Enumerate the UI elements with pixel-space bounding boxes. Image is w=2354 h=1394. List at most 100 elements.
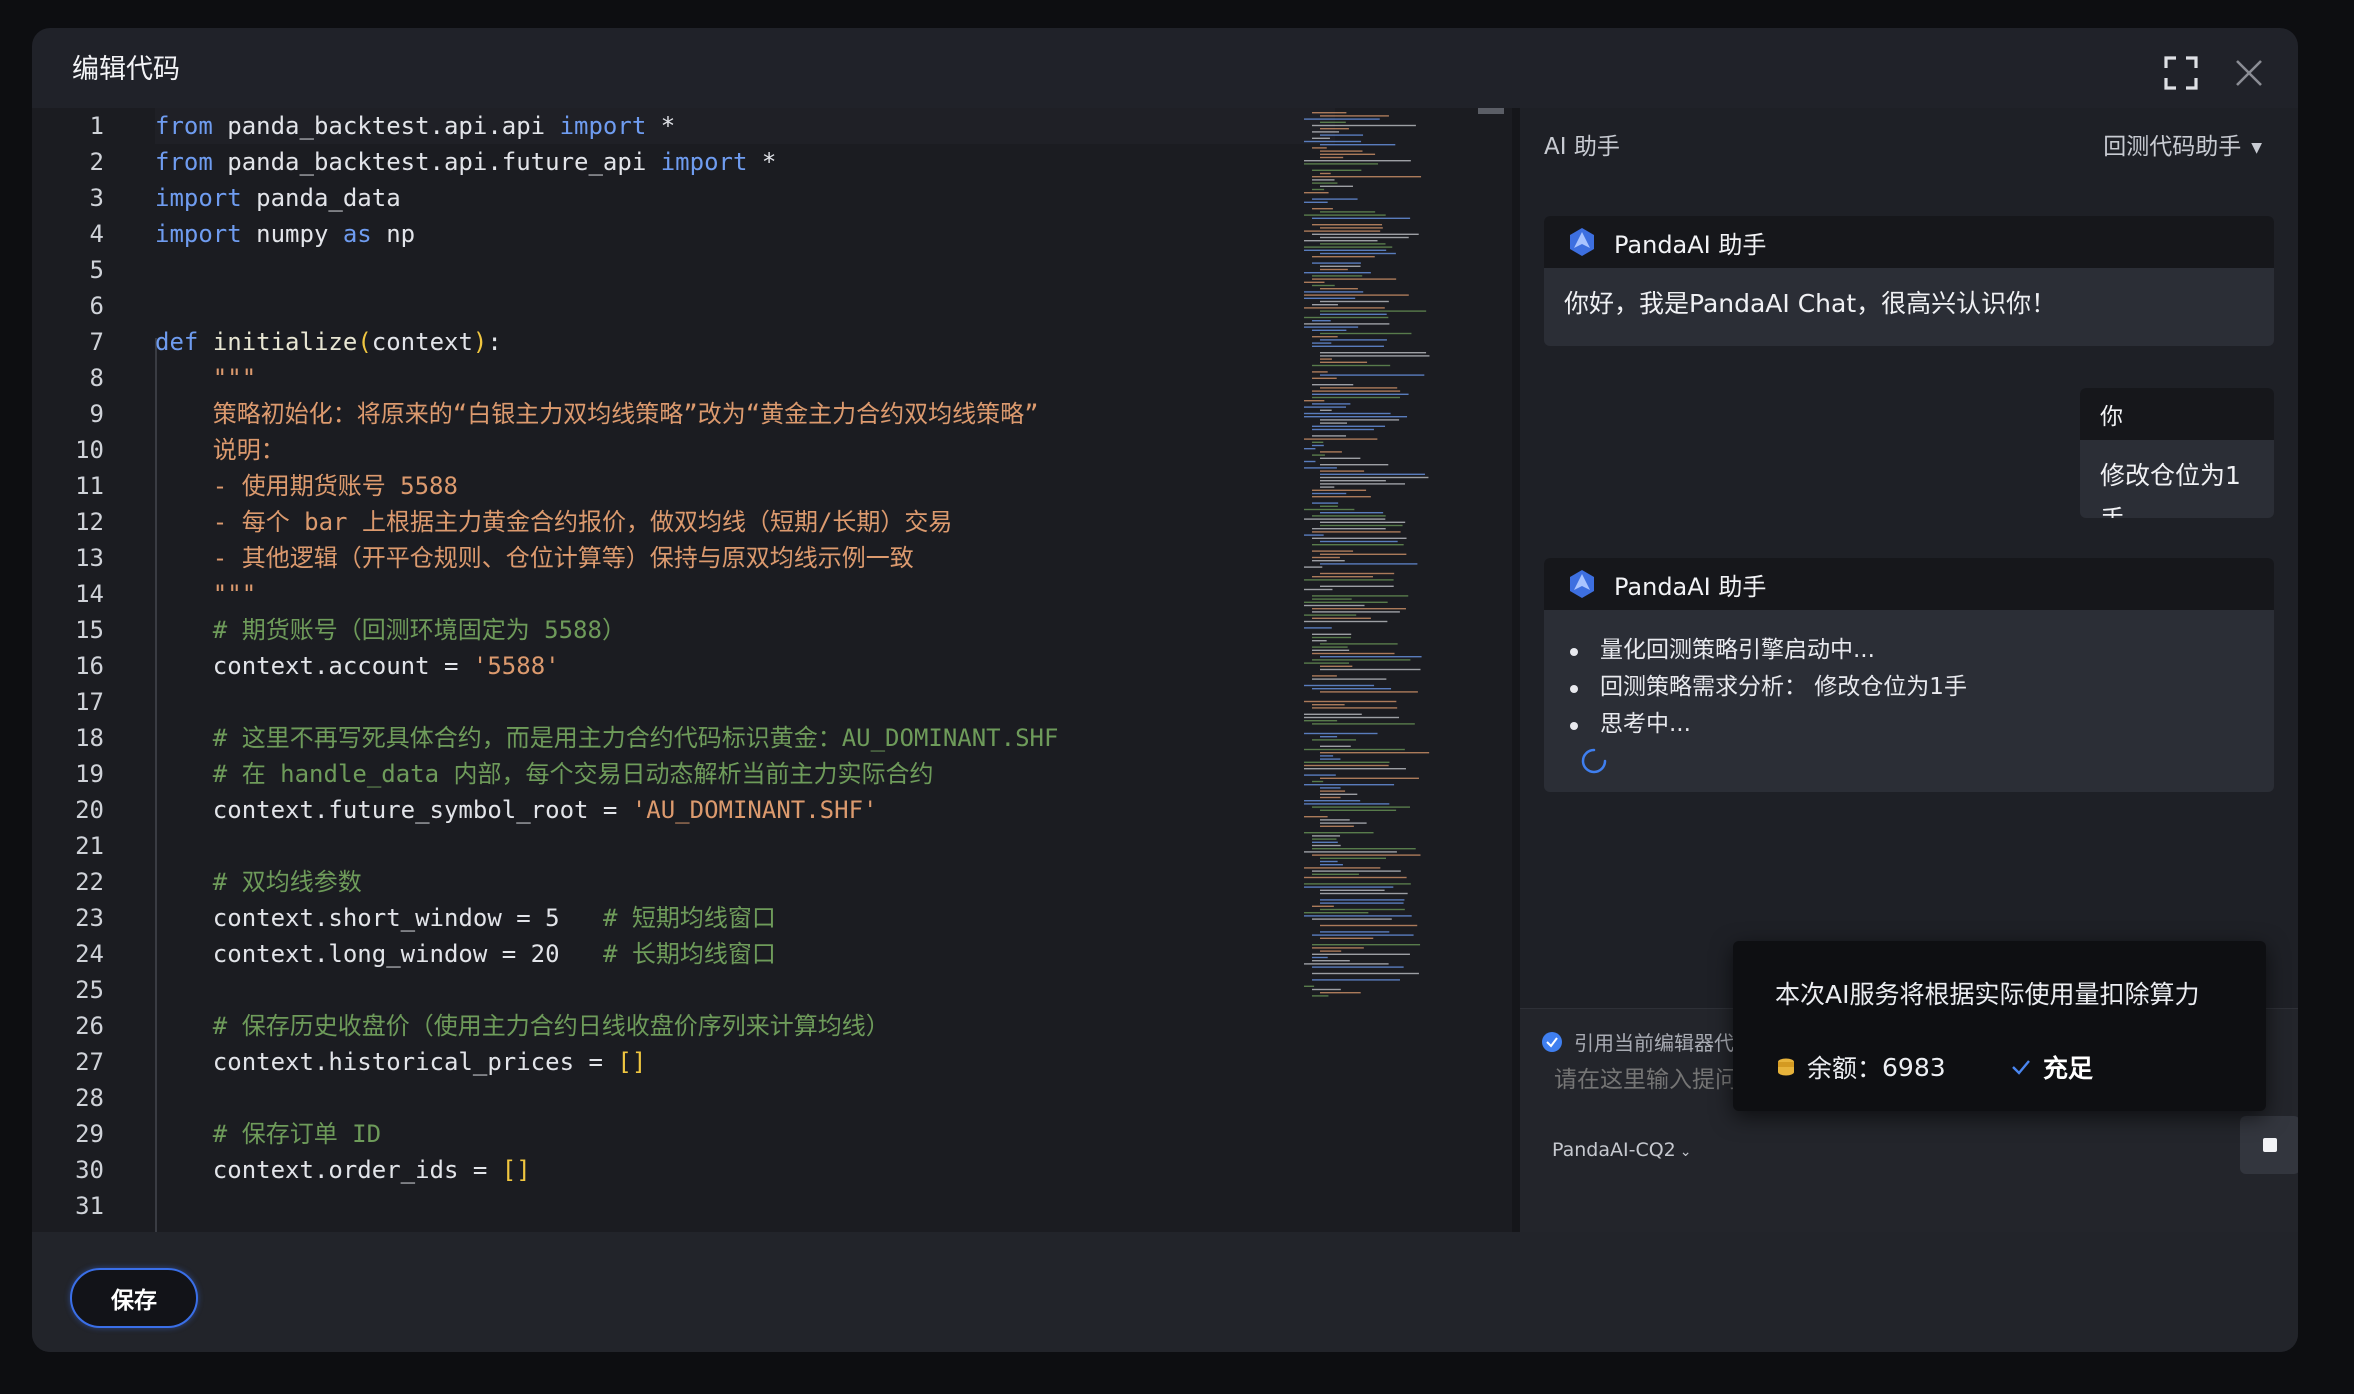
minimap-line xyxy=(1304,272,1371,274)
minimap-line xyxy=(1304,832,1374,834)
code-line[interactable]: context.future_symbol_root = 'AU_DOMINAN… xyxy=(155,792,1335,828)
code-line[interactable]: - 其他逻辑（开平仓规则、仓位计算等）保持与原双均线示例一致 xyxy=(155,540,1335,576)
close-icon[interactable] xyxy=(2234,58,2264,88)
minimap-line xyxy=(1320,793,1358,795)
minimap-line xyxy=(1312,492,1347,495)
minimap-line xyxy=(1320,665,1353,667)
minimap-line xyxy=(1312,179,1335,181)
panel-splitter[interactable] xyxy=(1512,108,1520,1232)
code-line[interactable] xyxy=(155,684,1335,720)
line-number: 19 xyxy=(75,760,104,788)
progress-list: 量化回测策略引擎启动中... 回测策略需求分析： 修改仓位为1手 思考中... xyxy=(1564,632,2254,743)
code-line[interactable]: context.long_window = 20 # 长期均线窗口 xyxy=(155,936,1335,972)
code-line[interactable]: 策略初始化：将原来的“白银主力双均线策略”改为“黄金主力合约双均线策略” xyxy=(155,396,1335,432)
editor-scrollbar[interactable] xyxy=(1478,108,1504,114)
code-minimap[interactable] xyxy=(1304,108,1512,1232)
minimap-line xyxy=(1320,486,1335,488)
model-select[interactable]: PandaAI-CQ2 ⌄ xyxy=(1552,1139,1692,1161)
code-line[interactable]: from panda_backtest.api.api import * xyxy=(155,108,1335,144)
cite-editor-code-toggle[interactable]: 引用当前编辑器代码 xyxy=(1542,1027,1754,1056)
code-line[interactable] xyxy=(155,1188,1335,1224)
line-number: 5 xyxy=(89,256,104,284)
minimap-line xyxy=(1304,460,1316,463)
code-line[interactable]: # 保存历史收盘价（使用主力合约日线收盘价序列来计算均线） xyxy=(155,1008,1335,1044)
code-line[interactable] xyxy=(155,828,1335,864)
save-button[interactable]: 保存 xyxy=(70,1268,198,1328)
minimap-line xyxy=(1312,806,1411,808)
minimap-line xyxy=(1312,550,1354,552)
line-number: 18 xyxy=(75,724,104,752)
minimap-line xyxy=(1312,723,1415,725)
minimap-line xyxy=(1320,288,1358,290)
minimap-line xyxy=(1312,198,1358,200)
code-line[interactable]: # 这里不再写死具体合约，而是用主力合约代码标识黄金：AU_DOMINANT.S… xyxy=(155,720,1335,756)
code-line[interactable]: context.account = '5588' xyxy=(155,648,1335,684)
minimap-line xyxy=(1312,262,1361,264)
minimap-line xyxy=(1304,604,1365,607)
code-editor[interactable]: 1 2 3 4 5 6 7 8 9 10 11 12 13 14 15 16 17 18 19 20 21 22 23 24 2… xyxy=(32,108,1512,1232)
code-line[interactable]: context.historical_prices = [] xyxy=(155,1044,1335,1080)
minimap-line xyxy=(1312,364,1391,367)
code-line[interactable]: context.short_window = 5 # 短期均线窗口 xyxy=(155,900,1335,936)
minimap-line xyxy=(1320,790,1346,792)
minimap-line xyxy=(1304,160,1411,162)
code-line[interactable]: # 双均线参数 xyxy=(155,864,1335,900)
minimap-line xyxy=(1320,889,1385,891)
minimap-line xyxy=(1304,886,1394,888)
code-line[interactable]: # 在 handle_data 内部，每个交易日动态解析当前主力实际合约 xyxy=(155,756,1335,792)
code-line[interactable]: 说明： xyxy=(155,432,1335,468)
code-line[interactable]: import numpy as np xyxy=(155,216,1335,252)
minimap-line xyxy=(1312,233,1419,235)
minimap-line xyxy=(1312,649,1350,651)
minimap-line xyxy=(1312,444,1324,447)
code-line[interactable]: # 期货账号（回测环境固定为 5588） xyxy=(155,612,1335,648)
minimap-line xyxy=(1312,905,1334,907)
minimap-line xyxy=(1304,140,1362,143)
minimap-line xyxy=(1304,246,1393,248)
minimap-line xyxy=(1320,745,1351,747)
code-line[interactable]: import panda_data xyxy=(155,180,1335,216)
minimap-line xyxy=(1304,764,1389,767)
assistant-mode-select[interactable]: 回测代码助手 ▼ xyxy=(2103,130,2262,165)
minimap-line xyxy=(1320,752,1430,754)
minimap-line xyxy=(1320,540,1398,543)
code-line[interactable] xyxy=(155,972,1335,1008)
code-lines[interactable]: from panda_backtest.api.api import * from… xyxy=(155,108,1335,1224)
minimap-line xyxy=(1312,944,1421,946)
minimap-line xyxy=(1304,614,1357,616)
minimap-line xyxy=(1312,176,1422,178)
minimap-line xyxy=(1320,387,1398,389)
stop-generation-button[interactable] xyxy=(2240,1116,2298,1174)
minimap-line xyxy=(1304,406,1346,408)
minimap-line xyxy=(1312,844,1341,847)
code-line[interactable] xyxy=(155,288,1335,324)
minimap-line xyxy=(1320,899,1405,901)
minimap-line xyxy=(1312,131,1340,133)
minimap-line xyxy=(1320,355,1430,357)
code-line[interactable]: context.order_ids = [] xyxy=(155,1152,1335,1188)
minimap-line xyxy=(1312,934,1414,936)
minimap-line xyxy=(1320,361,1368,363)
code-line[interactable]: """ xyxy=(155,576,1335,612)
line-number: 11 xyxy=(75,472,104,500)
minimap-line xyxy=(1304,720,1338,722)
panda-ai-logo-icon xyxy=(1570,228,1594,256)
minimap-line xyxy=(1320,265,1361,267)
fullscreen-icon[interactable] xyxy=(2164,56,2198,90)
minimap-line xyxy=(1304,467,1337,469)
line-number: 8 xyxy=(89,364,104,392)
minimap-line xyxy=(1320,950,1342,952)
minimap-line xyxy=(1312,393,1409,395)
code-line[interactable] xyxy=(155,1080,1335,1116)
code-line[interactable]: """ xyxy=(155,360,1335,396)
minimap-line xyxy=(1320,992,1361,994)
line-number: 17 xyxy=(75,688,104,716)
code-line[interactable]: from panda_backtest.api.future_api impor… xyxy=(155,144,1335,180)
code-line[interactable]: - 每个 bar 上根据主力黄金合约报价，做双均线（短期/长期）交易 xyxy=(155,504,1335,540)
message-sender: 你 xyxy=(2100,404,2123,430)
code-line[interactable]: - 使用期货账号 5588 xyxy=(155,468,1335,504)
code-line[interactable] xyxy=(155,252,1335,288)
code-line[interactable]: # 保存订单 ID xyxy=(155,1116,1335,1152)
code-line[interactable]: def initialize(context): xyxy=(155,324,1335,360)
loading-spinner-icon xyxy=(1581,748,1607,774)
